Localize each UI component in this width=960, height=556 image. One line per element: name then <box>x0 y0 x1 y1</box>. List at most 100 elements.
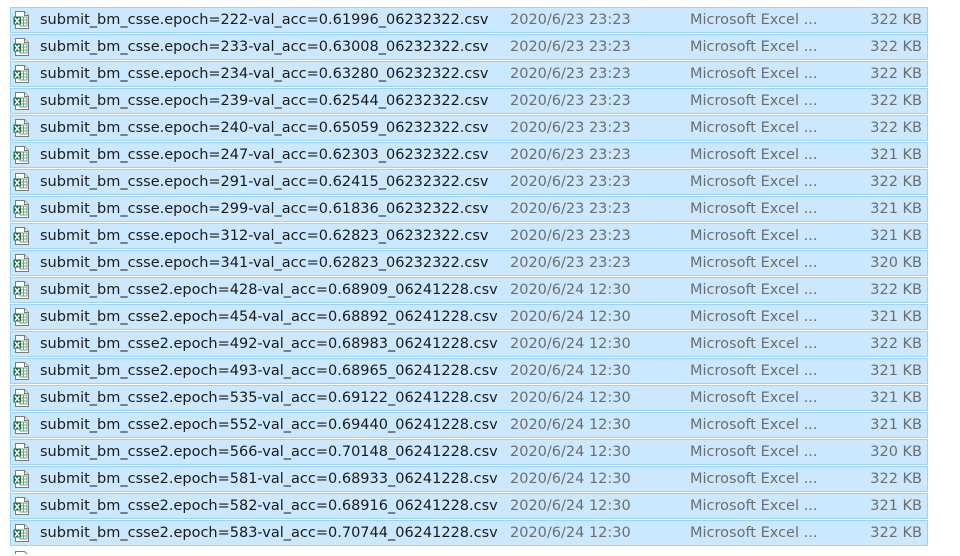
excel-csv-file-icon <box>13 11 31 29</box>
file-row-11[interactable]: submit_bm_csse2.epoch=428-val_acc=0.6890… <box>10 277 928 303</box>
file-type: Microsoft Excel ... <box>690 282 818 298</box>
file-name: submit_bm_csse.epoch=312-val_acc=0.62823… <box>40 228 489 244</box>
excel-csv-file-icon <box>13 227 31 245</box>
file-name: submit_bm_csse2.epoch=552-val_acc=0.6944… <box>40 417 498 433</box>
file-row-17[interactable]: submit_bm_csse2.epoch=566-val_acc=0.7014… <box>10 439 928 465</box>
file-type: Microsoft Excel ... <box>690 201 818 217</box>
file-type: Microsoft Excel ... <box>690 12 818 28</box>
file-date-modified: 2020/6/24 12:30 <box>510 282 631 298</box>
file-type: Microsoft Excel ... <box>690 363 818 379</box>
file-name: submit_bm_csse2.epoch=493-val_acc=0.6896… <box>40 363 498 379</box>
file-type: Microsoft Excel ... <box>690 390 818 406</box>
file-row-6[interactable]: submit_bm_csse.epoch=247-val_acc=0.62303… <box>10 142 928 168</box>
file-type: Microsoft Excel ... <box>690 93 818 109</box>
file-size: 321 KB <box>870 309 922 325</box>
file-type: Microsoft Excel ... <box>690 498 818 514</box>
file-date-modified: 2020/6/23 23:23 <box>510 174 631 190</box>
excel-csv-file-icon <box>13 65 31 83</box>
file-row-5[interactable]: submit_bm_csse.epoch=240-val_acc=0.65059… <box>10 115 928 141</box>
file-name: submit_bm_csse.epoch=341-val_acc=0.62823… <box>40 255 489 271</box>
file-row-9[interactable]: submit_bm_csse.epoch=312-val_acc=0.62823… <box>10 223 928 249</box>
file-type: Microsoft Excel ... <box>690 309 818 325</box>
file-date-modified: 2020/6/24 12:30 <box>510 525 631 541</box>
file-date-modified: 2020/6/23 23:23 <box>510 12 631 28</box>
file-type: Microsoft Excel ... <box>690 525 818 541</box>
file-row-2[interactable]: submit_bm_csse.epoch=233-val_acc=0.63008… <box>10 34 928 60</box>
file-type: Microsoft Excel ... <box>690 471 818 487</box>
file-row-4[interactable]: submit_bm_csse.epoch=239-val_acc=0.62544… <box>10 88 928 114</box>
file-size: 321 KB <box>870 363 922 379</box>
file-type: Microsoft Excel ... <box>690 444 818 460</box>
file-name: submit_bm_csse.epoch=234-val_acc=0.63280… <box>40 66 489 82</box>
file-size: 322 KB <box>870 282 922 298</box>
file-size: 322 KB <box>870 120 922 136</box>
excel-csv-file-icon <box>13 281 31 299</box>
file-row-13[interactable]: submit_bm_csse2.epoch=492-val_acc=0.6898… <box>10 331 928 357</box>
file-row-15[interactable]: submit_bm_csse2.epoch=535-val_acc=0.6912… <box>10 385 928 411</box>
file-size: 322 KB <box>870 66 922 82</box>
file-date-modified: 2020/6/23 23:23 <box>510 93 631 109</box>
file-size: 321 KB <box>870 228 922 244</box>
excel-csv-file-icon <box>13 173 31 191</box>
file-date-modified: 2020/6/24 12:30 <box>510 498 631 514</box>
file-row-10[interactable]: submit_bm_csse.epoch=341-val_acc=0.62823… <box>10 250 928 276</box>
partial-file-row[interactable] <box>10 547 928 555</box>
excel-csv-file-icon <box>13 389 31 407</box>
excel-csv-file-icon <box>13 92 31 110</box>
file-date-modified: 2020/6/23 23:23 <box>510 201 631 217</box>
file-name: submit_bm_csse.epoch=299-val_acc=0.61836… <box>40 201 489 217</box>
file-date-modified: 2020/6/23 23:23 <box>510 66 631 82</box>
file-name: submit_bm_csse2.epoch=454-val_acc=0.6889… <box>40 309 498 325</box>
file-row-1[interactable]: submit_bm_csse.epoch=222-val_acc=0.61996… <box>10 7 928 33</box>
file-row-8[interactable]: submit_bm_csse.epoch=299-val_acc=0.61836… <box>10 196 928 222</box>
file-type: Microsoft Excel ... <box>690 228 818 244</box>
file-type: Microsoft Excel ... <box>690 417 818 433</box>
file-date-modified: 2020/6/23 23:23 <box>510 39 631 55</box>
file-type: Microsoft Excel ... <box>690 336 818 352</box>
file-type: Microsoft Excel ... <box>690 39 818 55</box>
file-date-modified: 2020/6/24 12:30 <box>510 444 631 460</box>
file-date-modified: 2020/6/23 23:23 <box>510 147 631 163</box>
file-size: 322 KB <box>870 12 922 28</box>
file-name: submit_bm_csse2.epoch=583-val_acc=0.7074… <box>40 525 498 541</box>
file-size: 320 KB <box>870 255 922 271</box>
file-name: submit_bm_csse.epoch=239-val_acc=0.62544… <box>40 93 489 109</box>
file-size: 322 KB <box>870 336 922 352</box>
file-name: submit_bm_csse.epoch=291-val_acc=0.62415… <box>40 174 489 190</box>
excel-csv-file-icon <box>13 362 31 380</box>
excel-csv-file-icon <box>13 416 31 434</box>
file-row-19[interactable]: submit_bm_csse2.epoch=582-val_acc=0.6891… <box>10 493 928 519</box>
file-name: submit_bm_csse2.epoch=581-val_acc=0.6893… <box>40 471 498 487</box>
file-date-modified: 2020/6/24 12:30 <box>510 390 631 406</box>
excel-csv-file-icon <box>13 524 31 542</box>
file-date-modified: 2020/6/23 23:23 <box>510 228 631 244</box>
file-name: submit_bm_csse2.epoch=428-val_acc=0.6890… <box>40 282 498 298</box>
excel-csv-file-icon <box>13 308 31 326</box>
excel-csv-file-icon <box>13 551 31 554</box>
file-type: Microsoft Excel ... <box>690 147 818 163</box>
file-type: Microsoft Excel ... <box>690 120 818 136</box>
excel-csv-file-icon <box>13 146 31 164</box>
file-name: submit_bm_csse.epoch=233-val_acc=0.63008… <box>40 39 489 55</box>
file-date-modified: 2020/6/23 23:23 <box>510 255 631 271</box>
file-size: 321 KB <box>870 147 922 163</box>
file-name: submit_bm_csse2.epoch=582-val_acc=0.6891… <box>40 498 498 514</box>
file-date-modified: 2020/6/24 12:30 <box>510 417 631 433</box>
file-row-16[interactable]: submit_bm_csse2.epoch=552-val_acc=0.6944… <box>10 412 928 438</box>
file-row-14[interactable]: submit_bm_csse2.epoch=493-val_acc=0.6896… <box>10 358 928 384</box>
file-name: submit_bm_csse2.epoch=566-val_acc=0.7014… <box>40 444 498 460</box>
file-row-3[interactable]: submit_bm_csse.epoch=234-val_acc=0.63280… <box>10 61 928 87</box>
excel-csv-file-icon <box>13 335 31 353</box>
file-row-18[interactable]: submit_bm_csse2.epoch=581-val_acc=0.6893… <box>10 466 928 492</box>
file-size: 321 KB <box>870 498 922 514</box>
file-row-12[interactable]: submit_bm_csse2.epoch=454-val_acc=0.6889… <box>10 304 928 330</box>
file-list: submit_bm_csse.epoch=222-val_acc=0.61996… <box>10 7 928 556</box>
excel-csv-file-icon <box>13 119 31 137</box>
file-size: 320 KB <box>870 444 922 460</box>
file-row-7[interactable]: submit_bm_csse.epoch=291-val_acc=0.62415… <box>10 169 928 195</box>
excel-csv-file-icon <box>13 497 31 515</box>
file-type: Microsoft Excel ... <box>690 174 818 190</box>
file-row-20[interactable]: submit_bm_csse2.epoch=583-val_acc=0.7074… <box>10 520 928 546</box>
excel-csv-file-icon <box>13 200 31 218</box>
file-size: 322 KB <box>870 174 922 190</box>
